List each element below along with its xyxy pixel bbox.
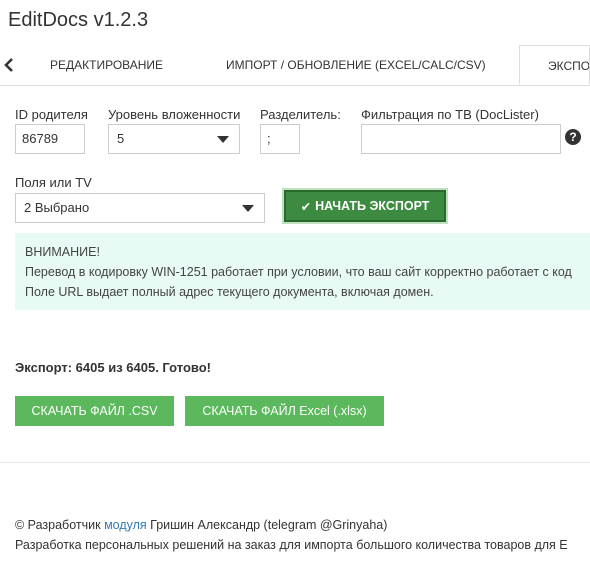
footer-author: Гришин Александр (telegram @Grinyaha) [150, 518, 388, 532]
tab-edit[interactable]: РЕДАКТИРОВАНИЕ [50, 45, 163, 85]
tab-export[interactable]: ЭКСПО [519, 45, 590, 85]
filter-input[interactable] [361, 124, 561, 154]
app-title: EditDocs v1.2.3 [8, 9, 149, 31]
check-icon: ✔ [300, 199, 312, 214]
separator-input[interactable]: ; [260, 124, 300, 154]
download-xlsx-button[interactable]: СКАЧАТЬ ФАЙЛ Excel (.xlsx) [185, 396, 384, 426]
footer-line-2: Разработка персональных решений на заказ… [15, 538, 568, 552]
fields-select-value: 2 Выбрано [24, 200, 90, 215]
depth-label: Уровень вложенности [108, 107, 241, 122]
start-export-button[interactable]: ✔ НАЧАТЬ ЭКСПОРТ [284, 190, 446, 222]
divider [0, 462, 590, 463]
tab-import[interactable]: ИМПОРТ / ОБНОВЛЕНИЕ (EXCEL/CALC/CSV) [226, 45, 486, 85]
tab-bar: РЕДАКТИРОВАНИЕ ИМПОРТ / ОБНОВЛЕНИЕ (EXCE… [0, 45, 590, 86]
fields-select[interactable]: 2 Выбрано [15, 193, 265, 223]
chevron-left-icon[interactable] [0, 45, 18, 85]
alert-line-1: Перевод в кодировку WIN-1251 работает пр… [25, 265, 572, 279]
caret-down-icon [242, 205, 254, 212]
start-export-label: НАЧАТЬ ЭКСПОРТ [315, 199, 430, 213]
separator-label: Разделитель: [260, 107, 341, 122]
caret-down-icon [217, 136, 229, 143]
help-icon[interactable]: ? [565, 129, 581, 145]
alert-line-2: Поле URL выдает полный адрес текущего до… [25, 285, 434, 299]
export-status: Экспорт: 6405 из 6405. Готово! [15, 360, 211, 375]
parent-id-label: ID родителя [15, 107, 88, 122]
download-csv-button[interactable]: СКАЧАТЬ ФАЙЛ .CSV [15, 396, 174, 426]
notice-alert: ВНИМАНИЕ! Перевод в кодировку WIN-1251 р… [15, 233, 590, 310]
fields-label: Поля или TV [15, 175, 92, 190]
footer: © Разработчик модуля Гришин Александр (t… [15, 515, 568, 555]
filter-label: Фильтрация по TB (DocLister) [361, 107, 539, 122]
footer-copyright: © Разработчик [15, 518, 101, 532]
alert-title: ВНИМАНИЕ! [25, 245, 100, 259]
parent-id-input[interactable]: 86789 [15, 124, 85, 154]
module-link[interactable]: модуля [104, 518, 147, 532]
depth-select[interactable]: 5 [108, 124, 240, 154]
depth-select-value: 5 [117, 131, 125, 146]
